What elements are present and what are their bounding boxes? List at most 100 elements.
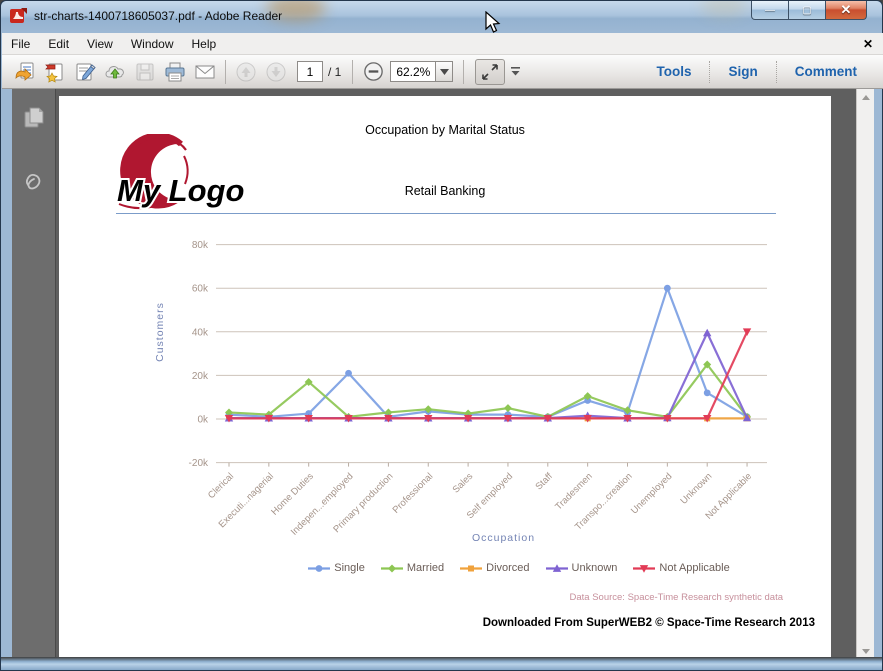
toolbar-separator [352,59,354,84]
toolbar-panels: Tools Sign Comment [638,55,875,88]
window-controls: — ▢ ✕ [751,1,867,20]
zoom-level-input[interactable] [390,61,437,82]
title-bar: str-charts-1400718605037.pdf - Adobe Rea… [1,1,882,33]
upload-cloud-icon [105,65,124,78]
data-point-marker [703,328,712,337]
window-bottom-border [1,657,882,670]
save-button[interactable] [130,58,160,86]
legend-label: Married [406,562,445,574]
series-married [225,360,752,421]
chart-legend: Single Married Divorced Unknown Not Applicab… [209,562,829,574]
minimize-button[interactable]: — [751,1,789,20]
page-thumbnails-icon[interactable] [21,105,47,131]
download-footer: Downloaded From SuperWEB2 © Space-Time R… [482,617,815,629]
email-icon [195,65,215,78]
document-pane[interactable]: Occupation by Marital Status My Logo Ret… [56,89,856,659]
data-point-marker [315,564,323,572]
x-tick-label: Tradesmen [553,471,595,513]
save-icon [136,63,154,80]
menu-edit[interactable]: Edit [39,34,78,54]
y-tick-label: 40k [192,327,209,338]
maximize-button[interactable]: ▢ [789,1,825,20]
y-tick-label: 80k [192,240,209,251]
y-tick-label: 0k [197,415,209,426]
open-file-button[interactable] [10,58,40,86]
zoom-out-button[interactable] [358,58,388,86]
y-tick-label: 60k [192,284,209,295]
legend-item-single: Single [308,562,365,574]
vertical-scrollbar[interactable] [856,89,874,659]
series-single [225,284,751,421]
legend-label: Divorced [486,562,530,574]
window-title: str-charts-1400718605037.pdf - Adobe Rea… [34,9,283,23]
create-pdf-online-icon [45,63,63,83]
toolbar-separator [463,59,465,84]
legend-label: Not Applicable [659,562,730,574]
toolbar-separator [225,59,226,84]
zoom-dropdown-button[interactable] [436,61,454,82]
sign-document-button[interactable] [70,58,100,86]
x-tick-label: Staff [533,471,555,493]
chart-subtitle: Retail Banking [404,184,486,198]
toolbar: / 1 Tools [2,55,883,89]
data-source-note: Data Source: Space-Time Research synthet… [569,592,784,603]
y-tick-label: 20k [192,371,209,382]
scroll-up-icon [861,94,870,100]
attachments-paperclip-icon[interactable] [21,169,47,195]
legend-marker-icon [308,564,331,572]
zoom-out-icon [364,62,383,81]
header-divider [116,213,776,214]
data-point-marker [703,389,711,397]
x-tick-label: Clerical [206,471,236,501]
pdf-page: Occupation by Marital Status My Logo Ret… [59,96,831,659]
sign-document-icon [76,63,96,80]
data-point-marker [468,565,475,571]
legend-item-divorced: Divorced [460,562,530,574]
menu-bar: File Edit View Window Help ✕ [2,33,883,55]
email-button[interactable] [190,58,220,86]
fit-width-icon [482,63,499,80]
next-page-button[interactable] [261,58,291,86]
menu-view[interactable]: View [78,34,122,54]
comment-button[interactable]: Comment [777,64,875,79]
legend-marker-icon [460,565,483,571]
menu-window[interactable]: Window [122,34,183,54]
x-tick-label: Sales [451,471,476,496]
create-pdf-online-button[interactable] [40,58,70,86]
x-tick-label: Unemployed [629,471,674,516]
glass-reflection [701,1,747,17]
menu-file[interactable]: File [2,34,39,54]
series-line [228,287,748,418]
print-button[interactable] [160,58,190,86]
line-chart: 80k60k40k20k0k-20kClericalExecuti...nage… [154,240,767,544]
legend-item-not-applicable: Not Applicable [633,562,730,574]
tools-button[interactable]: Tools [638,64,709,79]
data-point-marker [663,284,671,292]
toolbar-overflow-button[interactable] [505,58,525,86]
legend-item-unknown: Unknown [545,562,618,574]
legend-marker-icon [380,564,403,572]
legend-item-married: Married [380,562,445,574]
legend-label: Single [334,562,365,574]
content-area: Occupation by Marital Status My Logo Ret… [12,89,874,659]
close-document-icon[interactable]: ✕ [863,37,873,51]
scroll-down-icon [861,648,870,654]
chart: 80k 60k 40k 20k 0k -20k Clerical Executi...nage… [149,229,829,559]
legend-marker-icon [633,564,656,573]
close-button[interactable]: ✕ [825,1,867,20]
chevron-down-icon [439,68,449,75]
mouse-cursor [485,11,501,33]
upload-cloud-button[interactable] [100,58,130,86]
sign-button[interactable]: Sign [710,64,775,79]
x-tick-label: Unknown [679,471,715,507]
adobe-reader-window: str-charts-1400718605037.pdf - Adobe Rea… [0,0,883,671]
my-logo-image: My Logo [115,134,246,210]
fit-width-button[interactable] [475,58,506,85]
print-icon [165,62,185,81]
page-number-input[interactable] [297,61,323,82]
y-tick-label: -20k [189,458,209,469]
menu-help[interactable]: Help [183,34,226,54]
legend-label: Unknown [571,562,618,574]
previous-page-button[interactable] [231,58,261,86]
scroll-up-button[interactable] [857,89,874,105]
